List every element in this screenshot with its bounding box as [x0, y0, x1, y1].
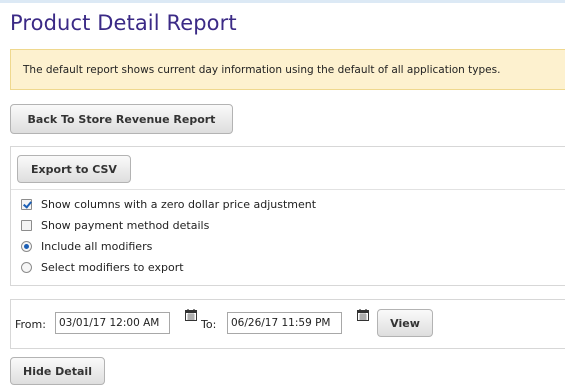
radio-button[interactable] — [21, 262, 32, 273]
back-to-store-revenue-button[interactable]: Back To Store Revenue Report — [10, 104, 233, 134]
calendar-icon[interactable] — [357, 309, 369, 321]
hide-detail-button[interactable]: Hide Detail — [10, 357, 105, 385]
page-title: Product Detail Report — [10, 11, 237, 35]
export-options-panel: Export to CSV Show columns with a zero d… — [10, 146, 565, 286]
to-label: To: — [201, 318, 217, 331]
option-payment-method-details[interactable]: Show payment method details — [21, 219, 209, 232]
panel-divider — [11, 189, 565, 190]
option-label: Select modifiers to export — [41, 261, 184, 274]
export-csv-button[interactable]: Export to CSV — [17, 155, 131, 183]
option-label: Show payment method details — [41, 219, 210, 232]
option-label: Include all modifiers — [41, 240, 153, 253]
radio-button[interactable] — [21, 241, 32, 252]
option-label: Show columns with a zero dollar price ad… — [41, 198, 317, 211]
view-button[interactable]: View — [377, 309, 433, 337]
from-date-input[interactable]: 03/01/17 12:00 AM — [55, 312, 170, 334]
option-select-modifiers[interactable]: Select modifiers to export — [21, 261, 184, 274]
info-alert: The default report shows current day inf… — [10, 49, 565, 90]
to-date-input[interactable]: 06/26/17 11:59 PM — [227, 312, 342, 334]
from-label: From: — [15, 318, 46, 331]
option-include-all-modifiers[interactable]: Include all modifiers — [21, 240, 152, 253]
checkbox[interactable] — [21, 199, 32, 210]
calendar-icon[interactable] — [185, 309, 197, 321]
option-zero-dollar-adjustment[interactable]: Show columns with a zero dollar price ad… — [21, 198, 316, 211]
checkbox[interactable] — [21, 220, 32, 231]
date-range-bar: From: 03/01/17 12:00 AM To: 06/26/17 11:… — [10, 299, 565, 349]
